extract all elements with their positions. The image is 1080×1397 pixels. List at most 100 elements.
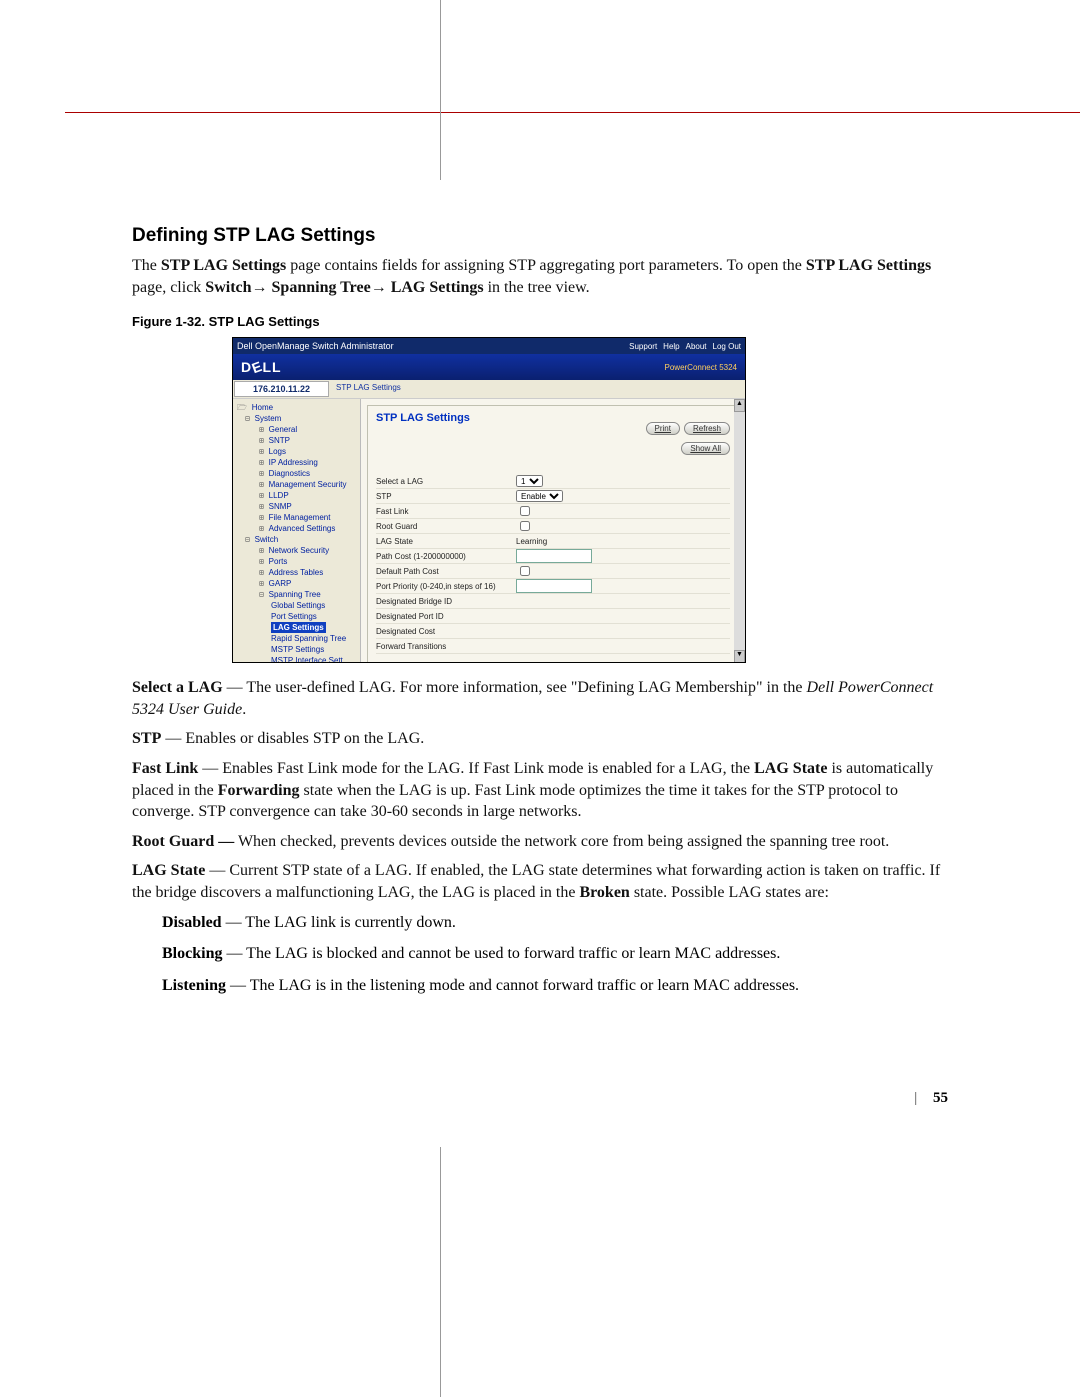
def-text: — The user-defined LAG. For more informa… (223, 679, 807, 696)
logo-bar: DELL PowerConnect 5324 (233, 354, 745, 380)
section-heading: Defining STP LAG Settings (132, 225, 948, 247)
intro-paragraph: The STP LAG Settings page contains field… (132, 255, 948, 298)
txt: page, click (132, 279, 205, 296)
content-inner: STP LAG Settings Print Refresh Show All … (367, 405, 739, 663)
def-term: Select a LAG (132, 679, 223, 696)
dell-logo: DELL (241, 359, 282, 375)
def-selectlag: Select a LAG — The user-defined LAG. For… (132, 677, 948, 720)
window-titlebar: Dell OpenManage Switch Administrator Sup… (233, 338, 745, 354)
arrow-icon: → (371, 279, 387, 296)
txt: The (132, 257, 161, 274)
field-value[interactable] (516, 518, 533, 534)
state-text: — The LAG is in the listening mode and c… (226, 977, 799, 994)
form-row: Designated Cost (376, 624, 730, 639)
form-row: Default Path Cost (376, 564, 730, 579)
tree-item[interactable]: 🗁 Home (235, 402, 358, 413)
tree-item[interactable]: Global Settings (235, 600, 358, 611)
field-value[interactable] (516, 579, 592, 593)
form-row: LAG StateLearning (376, 534, 730, 549)
def-term: Forwarding (218, 782, 300, 799)
nav-tree[interactable]: 🗁 Home⊟ System⊞ General⊞ SNTP⊞ Logs⊞ IP … (233, 399, 361, 663)
def-term: Root Guard — (132, 833, 234, 850)
refresh-button[interactable]: Refresh (684, 422, 730, 435)
tree-item[interactable]: MSTP Interface Sett. (235, 655, 358, 663)
state-term: Listening (162, 977, 226, 994)
scrollbar[interactable]: ▲ ▼ (734, 399, 745, 663)
scroll-up-icon[interactable]: ▲ (734, 399, 745, 412)
state-item: Blocking — The LAG is blocked and cannot… (162, 943, 948, 965)
tree-item[interactable]: ⊞ File Management (235, 512, 358, 523)
nav-logout[interactable]: Log Out (713, 342, 741, 351)
field-value[interactable] (516, 549, 592, 563)
text-input[interactable] (516, 549, 592, 563)
def-text: — Enables Fast Link mode for the LAG. If… (198, 760, 754, 777)
nav-support[interactable]: Support (629, 342, 657, 351)
form-row: Select a LAG1 (376, 474, 730, 489)
tree-item[interactable]: ⊞ Logs (235, 446, 358, 457)
tree-item[interactable]: ⊞ General (235, 424, 358, 435)
tree-item[interactable]: ⊞ Management Security (235, 479, 358, 490)
def-term: LAG State (754, 760, 827, 777)
select-input[interactable]: Enable (516, 490, 563, 502)
tree-item[interactable]: ⊟ Spanning Tree (235, 589, 358, 600)
showall-button[interactable]: Show All (681, 442, 730, 455)
form-row: Designated Port ID (376, 609, 730, 624)
tree-item[interactable]: ⊟ Switch (235, 534, 358, 545)
field-label: Designated Port ID (376, 612, 516, 621)
tree-item[interactable]: ⊞ Diagnostics (235, 468, 358, 479)
form-row: Forward Transitions (376, 639, 730, 654)
nav-path: LAG Settings (391, 279, 484, 296)
state-term: Blocking (162, 945, 222, 962)
form-row: Path Cost (1-200000000) (376, 549, 730, 564)
crop-mark-top (440, 0, 441, 180)
term: STP LAG Settings (806, 257, 931, 274)
main-area: 🗁 Home⊟ System⊞ General⊞ SNTP⊞ Logs⊞ IP … (233, 399, 745, 663)
tree-item[interactable]: ⊞ Network Security (235, 545, 358, 556)
print-button[interactable]: Print (646, 422, 680, 435)
breadcrumb: STP LAG Settings (330, 380, 407, 398)
field-value[interactable] (516, 503, 533, 519)
tree-item[interactable]: ⊞ SNTP (235, 435, 358, 446)
state-item: Disabled — The LAG link is currently dow… (162, 912, 948, 934)
figure-caption: Figure 1-32. STP LAG Settings (132, 314, 948, 329)
state-text: — The LAG link is currently down. (222, 914, 456, 931)
scroll-down-icon[interactable]: ▼ (734, 650, 745, 663)
checkbox-input[interactable] (520, 506, 530, 516)
field-label: Designated Bridge ID (376, 597, 516, 606)
tree-item[interactable]: LAG Settings (235, 622, 358, 633)
tree-item[interactable]: ⊞ Advanced Settings (235, 523, 358, 534)
state-item: Listening — The LAG is in the listening … (162, 975, 948, 997)
content-pane: STP LAG Settings Print Refresh Show All … (361, 399, 745, 663)
tree-item[interactable]: Rapid Spanning Tree (235, 633, 358, 644)
tree-item[interactable]: ⊞ LLDP (235, 490, 358, 501)
form-row: Fast Link (376, 504, 730, 519)
text-input[interactable] (516, 579, 592, 593)
tree-item[interactable]: ⊞ IP Addressing (235, 457, 358, 468)
ip-bar: 176.210.11.22 STP LAG Settings (233, 380, 745, 399)
select-input[interactable]: 1 (516, 475, 543, 487)
field-label: Designated Cost (376, 627, 516, 636)
checkbox-input[interactable] (520, 566, 530, 576)
tree-item[interactable]: Port Settings (235, 611, 358, 622)
nav-help[interactable]: Help (663, 342, 679, 351)
nav-about[interactable]: About (686, 342, 707, 351)
tree-item[interactable]: ⊞ SNMP (235, 501, 358, 512)
def-fastlink: Fast Link — Enables Fast Link mode for t… (132, 758, 948, 823)
tree-item[interactable]: ⊞ Ports (235, 556, 358, 567)
field-value: Learning (516, 537, 547, 546)
form-row: Root Guard (376, 519, 730, 534)
def-text: When checked, prevents devices outside t… (234, 833, 889, 850)
field-label: Path Cost (1-200000000) (376, 552, 516, 561)
tree-item[interactable]: MSTP Settings (235, 644, 358, 655)
field-label: Fast Link (376, 507, 516, 516)
field-label: Select a LAG (376, 477, 516, 486)
tree-item[interactable]: ⊞ GARP (235, 578, 358, 589)
tree-item[interactable]: ⊞ Address Tables (235, 567, 358, 578)
checkbox-input[interactable] (520, 521, 530, 531)
tree-item[interactable]: ⊟ System (235, 413, 358, 424)
field-value[interactable]: Enable (516, 490, 563, 502)
field-value[interactable]: 1 (516, 475, 543, 487)
page-content: Defining STP LAG Settings The STP LAG Se… (0, 0, 1080, 1066)
state-text: — The LAG is blocked and cannot be used … (222, 945, 780, 962)
field-value[interactable] (516, 563, 533, 579)
